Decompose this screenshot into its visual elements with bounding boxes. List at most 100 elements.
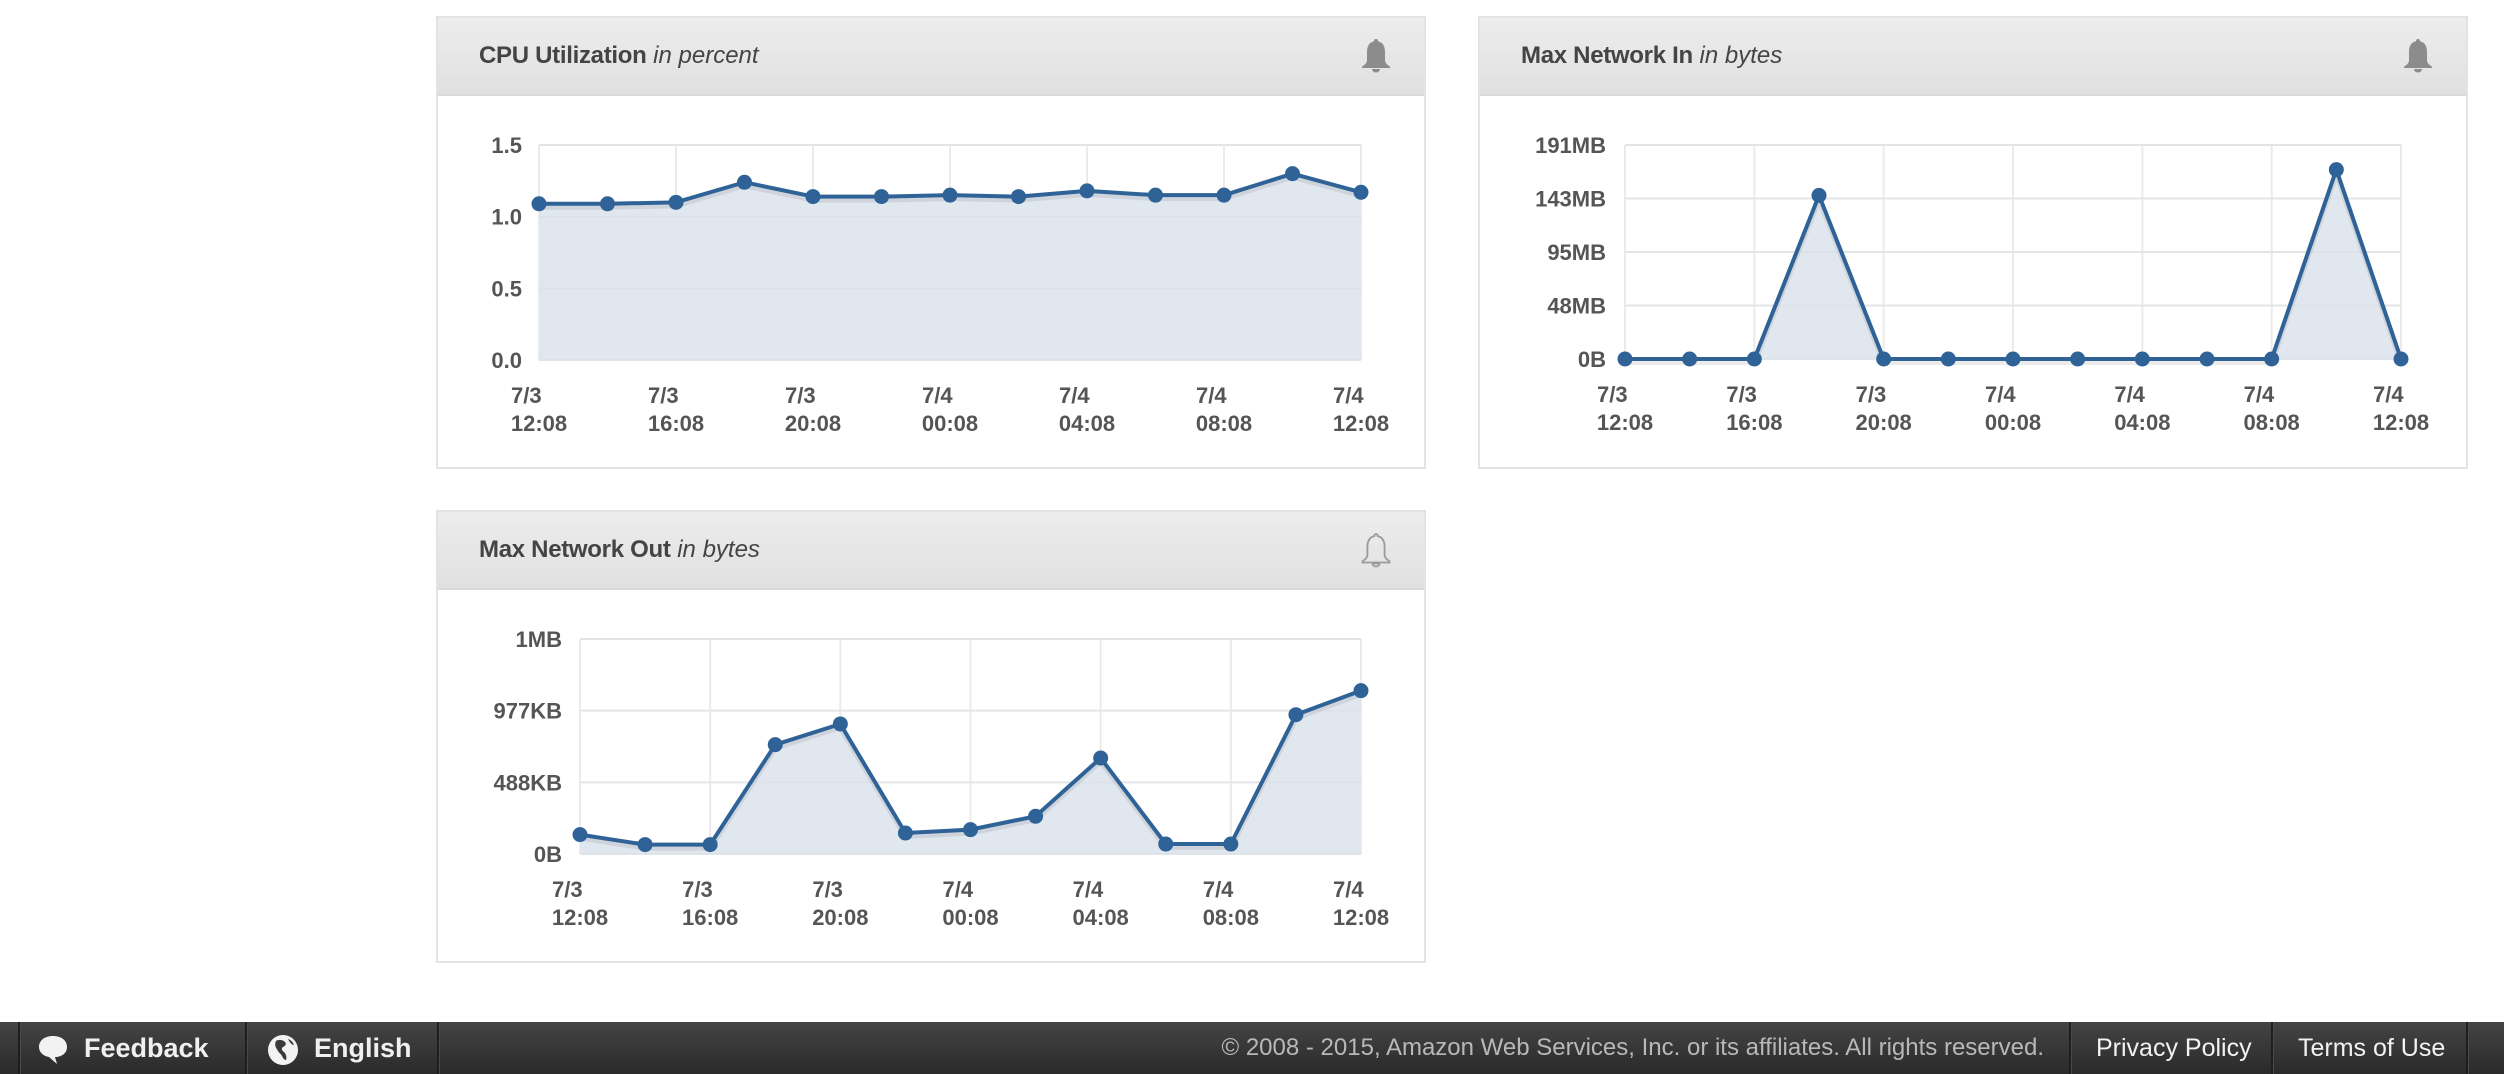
max-network-out-card: Max Network Out in bytes 0B 488KB 977KB 1MB… bbox=[436, 510, 1426, 963]
data-point[interactable] bbox=[1746, 351, 1762, 367]
footer-divider bbox=[18, 1022, 21, 1074]
x-tick-label-time: 16:08 bbox=[682, 905, 738, 930]
card-title: Max Network Out in bytes bbox=[479, 536, 760, 564]
speech-bubble-icon bbox=[39, 1035, 67, 1064]
footer-divider bbox=[245, 1022, 248, 1074]
data-point[interactable] bbox=[897, 825, 913, 841]
data-point[interactable] bbox=[2328, 162, 2344, 178]
data-point[interactable] bbox=[1353, 184, 1369, 200]
data-point[interactable] bbox=[2005, 351, 2021, 367]
metric-name: CPU Utilization bbox=[479, 42, 647, 69]
data-point[interactable] bbox=[572, 827, 588, 843]
x-tick-label-time: 00:08 bbox=[1985, 410, 2041, 435]
x-tick-label-date: 7/4 bbox=[1196, 383, 1227, 408]
cpu-utilization-card: CPU Utilization in percent 0.0 0.5 1.0 1.5 7… bbox=[436, 16, 1426, 469]
bell-outline-icon[interactable] bbox=[1356, 530, 1396, 570]
x-tick-label-time: 20:08 bbox=[1856, 410, 1912, 435]
y-tick-label: 191MB bbox=[1535, 133, 1606, 158]
metric-unit: in percent bbox=[653, 42, 759, 69]
y-tick-label: 0.0 bbox=[491, 348, 522, 373]
card-header: Max Network In in bytes bbox=[1480, 18, 2466, 96]
card-title: CPU Utilization in percent bbox=[479, 42, 759, 70]
x-tick-label-date: 7/3 bbox=[1726, 382, 1757, 407]
y-tick-label: 143MB bbox=[1535, 187, 1606, 212]
data-point[interactable] bbox=[767, 737, 783, 753]
footer-divider bbox=[437, 1022, 440, 1074]
data-point[interactable] bbox=[1353, 683, 1369, 699]
data-point[interactable] bbox=[1093, 750, 1109, 766]
language-label: English bbox=[314, 1033, 412, 1063]
x-tick-label-time: 12:08 bbox=[1333, 905, 1389, 930]
data-point[interactable] bbox=[1028, 808, 1044, 824]
footer-divider bbox=[2069, 1022, 2072, 1074]
data-point[interactable] bbox=[737, 174, 752, 190]
max-network-in-chart: 0B 48MB 95MB 143MB 191MB 7/3 12:08 7/3 16:08 7/3 2… bbox=[1535, 133, 2429, 435]
data-point[interactable] bbox=[668, 194, 684, 210]
feedback-button[interactable]: Feedback bbox=[36, 1022, 209, 1074]
bell-filled-icon[interactable] bbox=[2398, 36, 2438, 76]
data-point[interactable] bbox=[1216, 187, 1232, 203]
data-point[interactable] bbox=[600, 196, 615, 212]
globe-icon bbox=[268, 1034, 298, 1065]
data-point[interactable] bbox=[1682, 351, 1698, 367]
y-tick-label: 0B bbox=[1578, 347, 1606, 372]
x-tick-label-date: 7/3 bbox=[511, 383, 542, 408]
data-point[interactable] bbox=[1876, 351, 1892, 367]
data-point[interactable] bbox=[1011, 189, 1026, 205]
x-tick-label-time: 04:08 bbox=[1059, 411, 1115, 436]
data-point[interactable] bbox=[2134, 351, 2150, 367]
card-header: Max Network Out in bytes bbox=[438, 512, 1424, 590]
card-title: Max Network In in bytes bbox=[1521, 42, 1782, 70]
data-point[interactable] bbox=[1158, 836, 1174, 852]
data-point[interactable] bbox=[2393, 351, 2409, 367]
x-tick-label-date: 7/4 bbox=[1073, 877, 1104, 902]
x-tick-label-time: 16:08 bbox=[648, 411, 704, 436]
y-tick-label: 95MB bbox=[1547, 240, 1606, 265]
metric-unit: in bytes bbox=[677, 536, 760, 563]
y-tick-label: 0B bbox=[534, 842, 562, 867]
x-tick-label-time: 00:08 bbox=[922, 411, 978, 436]
footer-divider bbox=[2466, 1022, 2469, 1074]
data-point[interactable] bbox=[1811, 187, 1827, 203]
x-tick-label-time: 20:08 bbox=[785, 411, 841, 436]
data-point[interactable] bbox=[2264, 351, 2280, 367]
x-tick-label-time: 08:08 bbox=[2244, 410, 2300, 435]
data-point[interactable] bbox=[1223, 836, 1239, 852]
data-point[interactable] bbox=[832, 716, 848, 732]
metric-name: Max Network In bbox=[1521, 42, 1693, 69]
metric-name: Max Network Out bbox=[479, 536, 671, 563]
bell-filled-icon[interactable] bbox=[1356, 36, 1396, 76]
data-point[interactable] bbox=[874, 189, 889, 205]
privacy-policy-link[interactable]: Privacy Policy bbox=[2096, 1022, 2252, 1074]
x-tick-label-date: 7/4 bbox=[1333, 877, 1364, 902]
data-point[interactable] bbox=[1940, 351, 1956, 367]
x-tick-label-date: 7/3 bbox=[648, 383, 679, 408]
data-point[interactable] bbox=[805, 189, 821, 205]
data-point[interactable] bbox=[942, 187, 958, 203]
data-point[interactable] bbox=[637, 837, 653, 853]
x-tick-label-date: 7/3 bbox=[552, 877, 583, 902]
y-tick-label: 1.5 bbox=[491, 133, 522, 158]
x-tick-label-time: 04:08 bbox=[2114, 410, 2170, 435]
data-point[interactable] bbox=[963, 822, 978, 838]
x-tick-label-time: 12:08 bbox=[1597, 410, 1653, 435]
y-tick-label: 488KB bbox=[494, 770, 562, 795]
data-point[interactable] bbox=[1148, 187, 1163, 203]
x-tick-label-date: 7/3 bbox=[1597, 382, 1628, 407]
language-selector[interactable]: English bbox=[266, 1022, 412, 1074]
data-point[interactable] bbox=[1288, 707, 1304, 723]
data-point[interactable] bbox=[1617, 351, 1633, 367]
card-header: CPU Utilization in percent bbox=[438, 18, 1424, 96]
x-tick-label-time: 12:08 bbox=[552, 905, 608, 930]
data-point[interactable] bbox=[1285, 166, 1300, 182]
x-tick-label-time: 12:08 bbox=[1333, 411, 1389, 436]
x-tick-label-time: 08:08 bbox=[1196, 411, 1252, 436]
x-tick-label-time: 04:08 bbox=[1073, 905, 1129, 930]
data-point[interactable] bbox=[531, 196, 547, 212]
data-point[interactable] bbox=[1079, 183, 1095, 199]
terms-of-use-link[interactable]: Terms of Use bbox=[2298, 1022, 2445, 1074]
data-point[interactable] bbox=[2199, 351, 2215, 367]
max-network-in-card: Max Network In in bytes 0B 48MB 95MB 143MB 1… bbox=[1478, 16, 2468, 469]
data-point[interactable] bbox=[2070, 351, 2086, 367]
data-point[interactable] bbox=[702, 837, 718, 853]
